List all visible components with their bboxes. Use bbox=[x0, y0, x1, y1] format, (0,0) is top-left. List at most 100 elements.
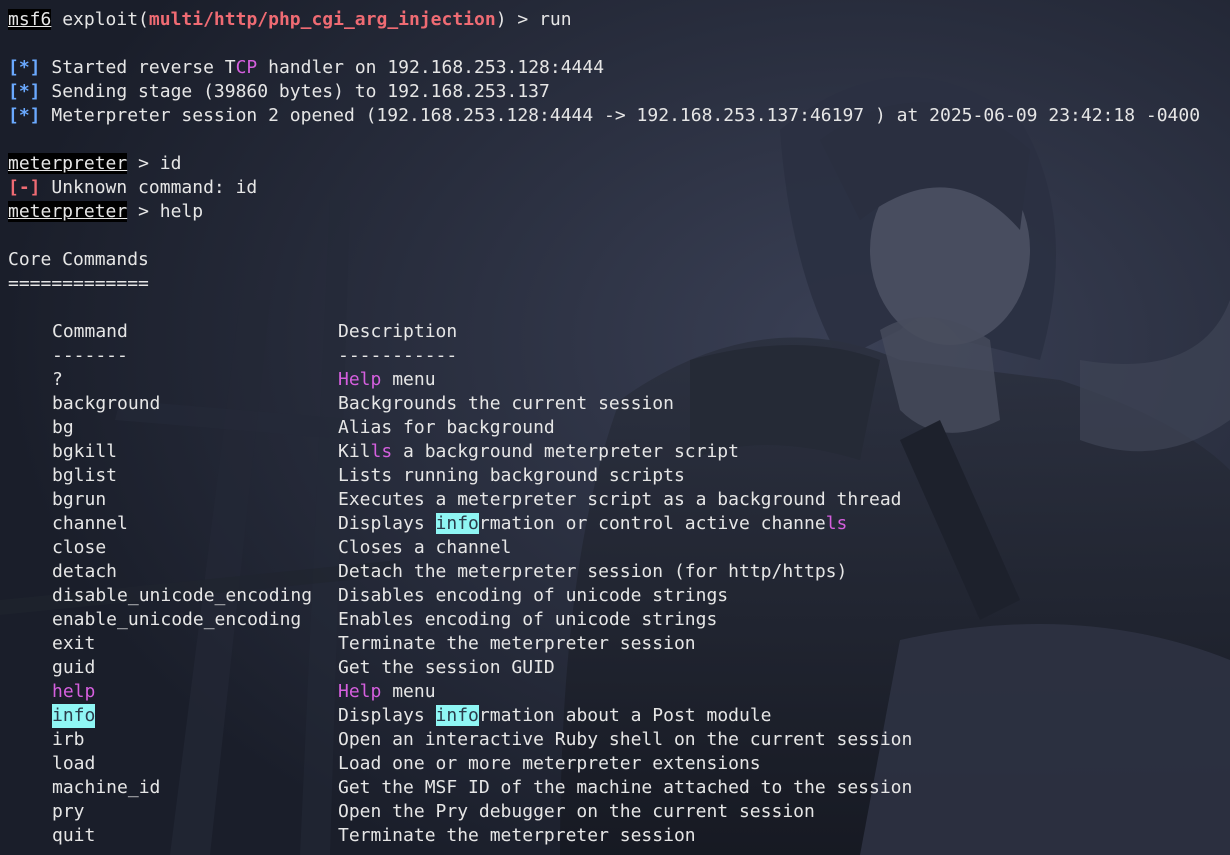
section-title: Core Commands bbox=[8, 249, 149, 270]
table-row: guid Get the session GUID bbox=[8, 656, 1230, 680]
command-name: help bbox=[52, 681, 96, 702]
error-text: Unknown command: id bbox=[51, 177, 258, 198]
typed-command: id bbox=[159, 153, 182, 174]
msf-prompt: msf6 bbox=[8, 9, 52, 30]
table-row: enable_unicode_encoding Enables encoding … bbox=[8, 608, 1230, 632]
table-row: detach Detach the meterpreter session (fo… bbox=[8, 560, 1230, 584]
close-paren: ) bbox=[495, 9, 507, 30]
msf-prompt-line: msf6 exploit(multi/http/php_cgi_arg_inje… bbox=[8, 8, 1230, 32]
command-name: pry bbox=[52, 801, 85, 822]
table-row: pry Open the Pry debugger on the current … bbox=[8, 800, 1230, 824]
command-description: Help menu bbox=[338, 680, 436, 704]
command-description: Enables encoding of unicode strings bbox=[338, 609, 718, 630]
command-description: Kills a background meterpreter script bbox=[338, 440, 739, 464]
description-text: menu bbox=[381, 681, 436, 702]
table-row: background Backgrounds the current sessio… bbox=[8, 392, 1230, 416]
command-description: Open an interactive Ruby shell on the cu… bbox=[338, 729, 913, 750]
table-header: Command Description bbox=[8, 320, 1230, 344]
command-name: detach bbox=[52, 561, 118, 582]
command-description: Closes a channel bbox=[338, 537, 512, 558]
command-name: ? bbox=[52, 369, 63, 390]
meterpreter-prompt-line: meterpreter > id bbox=[8, 152, 1230, 176]
command-description: Open the Pry debugger on the current ses… bbox=[338, 801, 815, 822]
command-name: bg bbox=[52, 417, 74, 438]
table-row: bgrun Executes a meterpreter script as a … bbox=[8, 488, 1230, 512]
command-description: Displays information about a Post module bbox=[338, 704, 772, 728]
column-header-description: Description bbox=[338, 321, 458, 342]
command-description: Backgrounds the current session bbox=[338, 393, 674, 414]
command-name: enable_unicode_encoding bbox=[52, 609, 302, 630]
status-line-stage: [*] Sending stage (39860 bytes) to 192.1… bbox=[8, 80, 1230, 104]
table-row: help Help menu bbox=[8, 680, 1230, 704]
search-highlight: info bbox=[435, 513, 479, 534]
command-name: guid bbox=[52, 657, 96, 678]
column-rule-command: ------- bbox=[52, 345, 128, 366]
table-row: ? Help menu bbox=[8, 368, 1230, 392]
table-row: quit Terminate the meterpreter session bbox=[8, 824, 1230, 848]
prompt-arrow: > bbox=[138, 153, 149, 174]
meterpreter-prompt-line: meterpreter > help bbox=[8, 200, 1230, 224]
column-rule-description: ----------- bbox=[338, 345, 458, 366]
description-text: menu bbox=[381, 369, 436, 390]
status-text: Sending stage (39860 bytes) to 192.168.2… bbox=[51, 81, 550, 102]
command-name: machine_id bbox=[52, 777, 161, 798]
info-tag: [*] bbox=[8, 105, 41, 126]
command-name: bgrun bbox=[52, 489, 107, 510]
command-name: disable_unicode_encoding bbox=[52, 585, 313, 606]
table-row: bgkill Kills a background meterpreter scr… bbox=[8, 440, 1230, 464]
search-match: Help bbox=[338, 369, 382, 390]
search-match: ls bbox=[370, 441, 393, 462]
column-header-command: Command bbox=[52, 321, 128, 342]
command-name: bgkill bbox=[52, 441, 118, 462]
status-text: handler on 192.168.253.128:4444 bbox=[257, 57, 605, 78]
table-row: bglist Lists running background scripts bbox=[8, 464, 1230, 488]
command-name: bglist bbox=[52, 465, 118, 486]
module-name: multi/http/php_cgi_arg_injection bbox=[148, 9, 496, 30]
search-match: CP bbox=[235, 57, 258, 78]
command-description: Alias for background bbox=[338, 417, 555, 438]
status-line-handler: [*] Started reverse TCP handler on 192.1… bbox=[8, 56, 1230, 80]
status-text: Meterpreter session 2 opened (192.168.25… bbox=[51, 105, 1201, 126]
table-row: load Load one or more meterpreter extensi… bbox=[8, 752, 1230, 776]
command-name: info bbox=[52, 704, 96, 728]
command-name: background bbox=[52, 393, 161, 414]
description-text: rmation about a Post module bbox=[478, 705, 772, 726]
command-name: channel bbox=[52, 513, 128, 534]
description-text: rmation or control active channe bbox=[478, 513, 826, 534]
table-row: info Displays information about a Post mo… bbox=[8, 704, 1230, 728]
table-row: close Closes a channel bbox=[8, 536, 1230, 560]
command-description: Disables encoding of unicode strings bbox=[338, 585, 729, 606]
info-tag: [*] bbox=[8, 81, 41, 102]
command-name: exit bbox=[52, 633, 96, 654]
command-description: Displays information or control active c… bbox=[338, 512, 847, 536]
info-tag: [*] bbox=[8, 57, 41, 78]
command-description: Get the session GUID bbox=[338, 657, 555, 678]
table-row: machine_id Get the MSF ID of the machine … bbox=[8, 776, 1230, 800]
table-header-rule: ------- ----------- bbox=[8, 344, 1230, 368]
command-description: Get the MSF ID of the machine attached t… bbox=[338, 777, 913, 798]
description-text: Displays bbox=[338, 705, 436, 726]
table-row: irb Open an interactive Ruby shell on the… bbox=[8, 728, 1230, 752]
command-description: Load one or more meterpreter extensions bbox=[338, 753, 761, 774]
search-match: ls bbox=[825, 513, 848, 534]
description-text: Displays bbox=[338, 513, 436, 534]
command-name: quit bbox=[52, 825, 96, 846]
command-description: Terminate the meterpreter session bbox=[338, 633, 696, 654]
section-title-rule: ============= bbox=[8, 273, 149, 294]
error-line: [-] Unknown command: id bbox=[8, 176, 1230, 200]
command-name: load bbox=[52, 753, 96, 774]
description-text: Kil bbox=[338, 441, 371, 462]
prompt-arrow: > bbox=[138, 201, 149, 222]
command-name: close bbox=[52, 537, 107, 558]
table-row: channel Displays information or control a… bbox=[8, 512, 1230, 536]
description-text: a background meterpreter script bbox=[392, 441, 739, 462]
typed-command: run bbox=[539, 9, 572, 30]
error-tag: [-] bbox=[8, 177, 41, 198]
prompt-arrow: > bbox=[517, 9, 529, 30]
command-description: Help menu bbox=[338, 368, 436, 392]
table-row: bg Alias for background bbox=[8, 416, 1230, 440]
meterpreter-prompt: meterpreter bbox=[8, 153, 128, 174]
